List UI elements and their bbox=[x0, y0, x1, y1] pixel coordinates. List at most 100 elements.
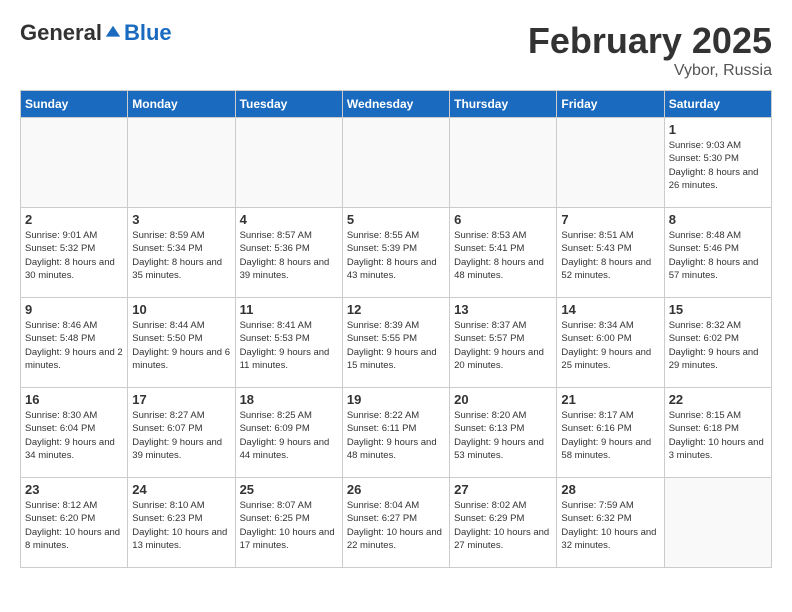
day-info: Sunrise: 8:20 AM Sunset: 6:13 PM Dayligh… bbox=[454, 409, 552, 462]
calendar-cell: 7 Sunrise: 8:51 AM Sunset: 5:43 PM Daylig… bbox=[557, 208, 664, 298]
day-number: 25 bbox=[240, 482, 338, 497]
day-number: 28 bbox=[561, 482, 659, 497]
logo-general-text: General bbox=[20, 20, 102, 46]
day-info: Sunrise: 8:51 AM Sunset: 5:43 PM Dayligh… bbox=[561, 229, 659, 282]
day-info: Sunrise: 8:15 AM Sunset: 6:18 PM Dayligh… bbox=[669, 409, 767, 462]
calendar-cell: 14 Sunrise: 8:34 AM Sunset: 6:00 PM Dayli… bbox=[557, 298, 664, 388]
day-number: 7 bbox=[561, 212, 659, 227]
day-number: 14 bbox=[561, 302, 659, 317]
weekday-header-monday: Monday bbox=[128, 91, 235, 118]
calendar-cell: 22 Sunrise: 8:15 AM Sunset: 6:18 PM Dayli… bbox=[664, 388, 771, 478]
day-number: 27 bbox=[454, 482, 552, 497]
calendar-table: SundayMondayTuesdayWednesdayThursdayFrid… bbox=[20, 90, 772, 568]
weekday-header-tuesday: Tuesday bbox=[235, 91, 342, 118]
calendar-cell: 26Sunrise: 8:04 AM Sunset: 6:27 PM Dayli… bbox=[342, 478, 449, 568]
day-info: Sunrise: 8:34 AM Sunset: 6:00 PM Dayligh… bbox=[561, 319, 659, 372]
day-info: Sunrise: 8:44 AM Sunset: 5:50 PM Dayligh… bbox=[132, 319, 230, 372]
title-block: February 2025 Vybor, Russia bbox=[528, 20, 772, 80]
day-info: Sunrise: 8:37 AM Sunset: 5:57 PM Dayligh… bbox=[454, 319, 552, 372]
calendar-cell: 4Sunrise: 8:57 AM Sunset: 5:36 PM Daylig… bbox=[235, 208, 342, 298]
calendar-cell: 25Sunrise: 8:07 AM Sunset: 6:25 PM Dayli… bbox=[235, 478, 342, 568]
logo-icon bbox=[104, 24, 122, 42]
calendar-cell: 11 Sunrise: 8:41 AM Sunset: 5:53 PM Dayli… bbox=[235, 298, 342, 388]
day-number: 6 bbox=[454, 212, 552, 227]
weekday-header-wednesday: Wednesday bbox=[342, 91, 449, 118]
day-number: 13 bbox=[454, 302, 552, 317]
day-number: 18 bbox=[240, 392, 338, 407]
calendar-cell: 9 Sunrise: 8:46 AM Sunset: 5:48 PM Daylig… bbox=[21, 298, 128, 388]
day-number: 9 bbox=[25, 302, 123, 317]
calendar-cell: 27 Sunrise: 8:02 AM Sunset: 6:29 PM Dayli… bbox=[450, 478, 557, 568]
calendar-cell: 5 Sunrise: 8:55 AM Sunset: 5:39 PM Daylig… bbox=[342, 208, 449, 298]
day-info: Sunrise: 9:01 AM Sunset: 5:32 PM Dayligh… bbox=[25, 229, 123, 282]
calendar-cell: 20 Sunrise: 8:20 AM Sunset: 6:13 PM Dayli… bbox=[450, 388, 557, 478]
weekday-header-saturday: Saturday bbox=[664, 91, 771, 118]
month-title: February 2025 bbox=[528, 20, 772, 62]
calendar-cell: 3Sunrise: 8:59 AM Sunset: 5:34 PM Daylig… bbox=[128, 208, 235, 298]
day-info: Sunrise: 8:39 AM Sunset: 5:55 PM Dayligh… bbox=[347, 319, 445, 372]
calendar-cell: 21 Sunrise: 8:17 AM Sunset: 6:16 PM Dayli… bbox=[557, 388, 664, 478]
calendar-cell: 23 Sunrise: 8:12 AM Sunset: 6:20 PM Dayli… bbox=[21, 478, 128, 568]
logo-blue-text: Blue bbox=[124, 20, 172, 46]
calendar-cell: 15 Sunrise: 8:32 AM Sunset: 6:02 PM Dayli… bbox=[664, 298, 771, 388]
day-info: Sunrise: 7:59 AM Sunset: 6:32 PM Dayligh… bbox=[561, 499, 659, 552]
day-info: Sunrise: 8:46 AM Sunset: 5:48 PM Dayligh… bbox=[25, 319, 123, 372]
logo: General Blue bbox=[20, 20, 172, 46]
calendar-cell: 1 Sunrise: 9:03 AM Sunset: 5:30 PM Daylig… bbox=[664, 118, 771, 208]
calendar-cell bbox=[21, 118, 128, 208]
calendar-cell: 17 Sunrise: 8:27 AM Sunset: 6:07 PM Dayli… bbox=[128, 388, 235, 478]
day-info: Sunrise: 8:55 AM Sunset: 5:39 PM Dayligh… bbox=[347, 229, 445, 282]
day-info: Sunrise: 8:25 AM Sunset: 6:09 PM Dayligh… bbox=[240, 409, 338, 462]
weekday-header-sunday: Sunday bbox=[21, 91, 128, 118]
day-number: 10 bbox=[132, 302, 230, 317]
day-info: Sunrise: 8:41 AM Sunset: 5:53 PM Dayligh… bbox=[240, 319, 338, 372]
calendar-cell: 6 Sunrise: 8:53 AM Sunset: 5:41 PM Daylig… bbox=[450, 208, 557, 298]
calendar-cell bbox=[450, 118, 557, 208]
weekday-header-row: SundayMondayTuesdayWednesdayThursdayFrid… bbox=[21, 91, 772, 118]
day-number: 23 bbox=[25, 482, 123, 497]
day-info: Sunrise: 9:03 AM Sunset: 5:30 PM Dayligh… bbox=[669, 139, 767, 192]
day-info: Sunrise: 8:02 AM Sunset: 6:29 PM Dayligh… bbox=[454, 499, 552, 552]
day-info: Sunrise: 8:53 AM Sunset: 5:41 PM Dayligh… bbox=[454, 229, 552, 282]
day-info: Sunrise: 8:48 AM Sunset: 5:46 PM Dayligh… bbox=[669, 229, 767, 282]
day-number: 11 bbox=[240, 302, 338, 317]
calendar-cell bbox=[342, 118, 449, 208]
day-info: Sunrise: 8:27 AM Sunset: 6:07 PM Dayligh… bbox=[132, 409, 230, 462]
day-info: Sunrise: 8:17 AM Sunset: 6:16 PM Dayligh… bbox=[561, 409, 659, 462]
day-number: 24 bbox=[132, 482, 230, 497]
calendar-cell bbox=[557, 118, 664, 208]
day-info: Sunrise: 8:30 AM Sunset: 6:04 PM Dayligh… bbox=[25, 409, 123, 462]
location-text: Vybor, Russia bbox=[528, 62, 772, 80]
day-number: 21 bbox=[561, 392, 659, 407]
day-info: Sunrise: 8:57 AM Sunset: 5:36 PM Dayligh… bbox=[240, 229, 338, 282]
calendar-cell bbox=[128, 118, 235, 208]
day-info: Sunrise: 8:22 AM Sunset: 6:11 PM Dayligh… bbox=[347, 409, 445, 462]
calendar-cell: 19 Sunrise: 8:22 AM Sunset: 6:11 PM Dayli… bbox=[342, 388, 449, 478]
day-number: 2 bbox=[25, 212, 123, 227]
day-number: 16 bbox=[25, 392, 123, 407]
calendar-cell: 13 Sunrise: 8:37 AM Sunset: 5:57 PM Dayli… bbox=[450, 298, 557, 388]
day-number: 1 bbox=[669, 122, 767, 137]
day-number: 22 bbox=[669, 392, 767, 407]
day-info: Sunrise: 8:59 AM Sunset: 5:34 PM Dayligh… bbox=[132, 229, 230, 282]
day-info: Sunrise: 8:10 AM Sunset: 6:23 PM Dayligh… bbox=[132, 499, 230, 552]
day-number: 20 bbox=[454, 392, 552, 407]
calendar-cell: 8 Sunrise: 8:48 AM Sunset: 5:46 PM Daylig… bbox=[664, 208, 771, 298]
day-number: 19 bbox=[347, 392, 445, 407]
calendar-cell: 12 Sunrise: 8:39 AM Sunset: 5:55 PM Dayli… bbox=[342, 298, 449, 388]
day-number: 5 bbox=[347, 212, 445, 227]
day-number: 15 bbox=[669, 302, 767, 317]
weekday-header-friday: Friday bbox=[557, 91, 664, 118]
day-info: Sunrise: 8:32 AM Sunset: 6:02 PM Dayligh… bbox=[669, 319, 767, 372]
day-number: 17 bbox=[132, 392, 230, 407]
calendar-cell: 10 Sunrise: 8:44 AM Sunset: 5:50 PM Dayli… bbox=[128, 298, 235, 388]
day-number: 12 bbox=[347, 302, 445, 317]
day-number: 26 bbox=[347, 482, 445, 497]
calendar-week-row: 23 Sunrise: 8:12 AM Sunset: 6:20 PM Dayli… bbox=[21, 478, 772, 568]
calendar-cell: 18 Sunrise: 8:25 AM Sunset: 6:09 PM Dayli… bbox=[235, 388, 342, 478]
weekday-header-thursday: Thursday bbox=[450, 91, 557, 118]
day-number: 8 bbox=[669, 212, 767, 227]
calendar-week-row: 9 Sunrise: 8:46 AM Sunset: 5:48 PM Daylig… bbox=[21, 298, 772, 388]
calendar-cell bbox=[664, 478, 771, 568]
day-info: Sunrise: 8:12 AM Sunset: 6:20 PM Dayligh… bbox=[25, 499, 123, 552]
